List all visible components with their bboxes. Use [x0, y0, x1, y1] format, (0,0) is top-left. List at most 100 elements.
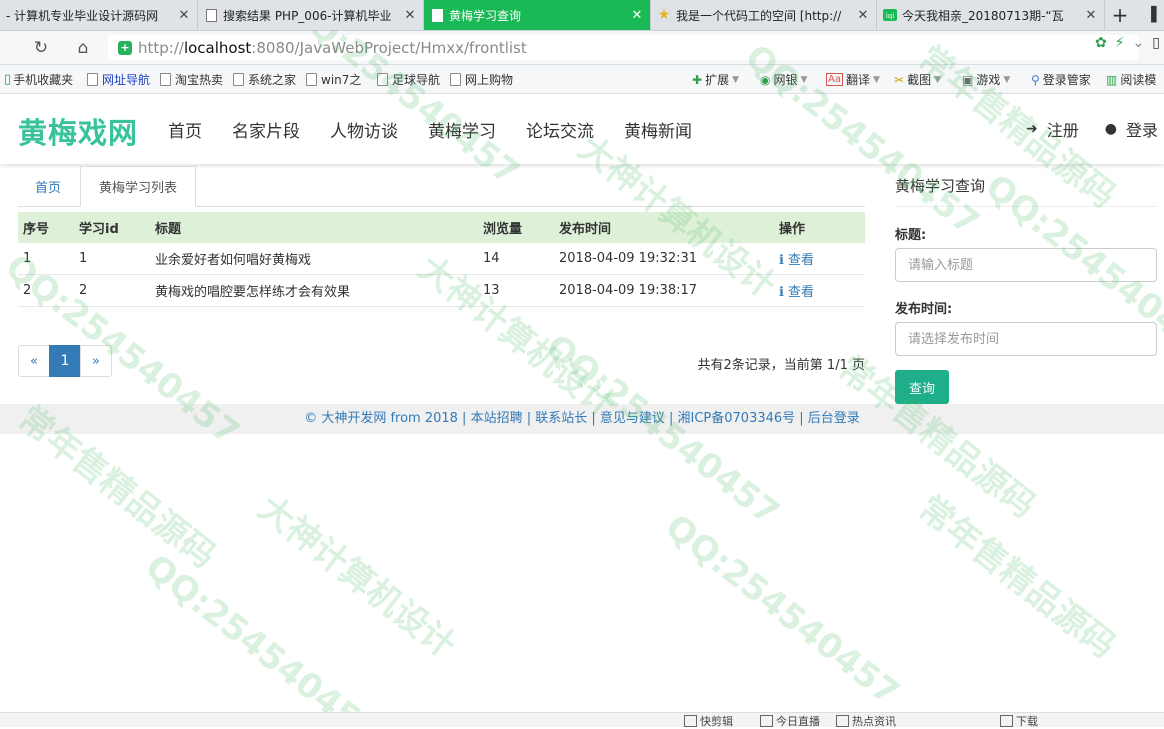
close-icon[interactable]: ✕	[403, 8, 417, 23]
cell-id: 1	[74, 243, 150, 275]
refresh-spinner-icon[interactable]: ✿	[1095, 35, 1107, 51]
table-row: 1 1 业余爱好者如何唱好黄梅戏 14 2018-04-09 19:32:31 …	[18, 243, 865, 275]
toolbar-reader-mode[interactable]: ▥ 阅读模	[1106, 71, 1156, 88]
cell-time: 2018-04-09 19:32:31	[554, 243, 774, 275]
browser-tab[interactable]: 搜索结果 PHP_006-计算机毕业 ✕	[198, 0, 424, 30]
bookmark-item[interactable]: 网上购物	[450, 71, 513, 88]
tab-label: 今天我相亲_20180713期-“瓦	[902, 8, 1064, 23]
chevron-down-icon: ▼	[732, 74, 739, 85]
nav-item-forum[interactable]: 论坛交流	[511, 117, 609, 142]
cell-views: 14	[478, 243, 554, 275]
close-icon[interactable]: ✕	[1084, 8, 1098, 23]
column-header: 标题	[150, 212, 478, 243]
live-icon	[760, 715, 773, 727]
sign-in-icon: ➜	[1026, 121, 1038, 137]
cell-id: 2	[74, 274, 150, 307]
title-search-input[interactable]	[895, 248, 1157, 282]
star-icon: ★	[657, 7, 671, 23]
status-item[interactable]: 今日直播	[760, 713, 820, 729]
tab-label: 黄梅学习查询	[449, 8, 522, 23]
book-icon: ▥	[1106, 72, 1118, 87]
prev-page-button[interactable]: «	[18, 345, 50, 377]
browser-tab-active[interactable]: 黄梅学习查询 ✕	[424, 0, 651, 30]
site-footer[interactable]: © 大神开发网 from 2018 | 本站招聘 | 联系站长 | 意见与建议 …	[0, 404, 1164, 434]
news-icon	[836, 715, 849, 727]
page-icon	[87, 73, 98, 86]
address-bar: ↻ ⌂ + http://localhost:8080/JavaWebProje…	[0, 31, 1164, 65]
view-link[interactable]: ℹ 查看	[774, 243, 865, 275]
chevron-down-icon[interactable]: ⌄	[1133, 35, 1145, 51]
lightning-icon[interactable]: ⚡	[1115, 35, 1125, 51]
nav-item-interviews[interactable]: 人物访谈	[315, 117, 413, 142]
mobile-favorites-icon: ▯	[4, 72, 12, 87]
nav-item-news[interactable]: 黄梅新闻	[609, 117, 707, 142]
view-link[interactable]: ℹ 查看	[774, 274, 865, 307]
toolbar-screenshot[interactable]: ✂ 截图 ▼	[894, 71, 941, 88]
bookmark-item[interactable]: 足球导航	[377, 71, 440, 88]
nav-item-famous-clips[interactable]: 名家片段	[217, 117, 315, 142]
key-icon: ⚲	[1031, 72, 1040, 87]
reload-icon[interactable]: ↻	[30, 37, 52, 59]
chevron-down-icon: ▼	[800, 74, 808, 85]
query-button[interactable]: 查询	[895, 370, 949, 404]
svg-text:iqi: iqi	[886, 12, 894, 20]
browser-tab[interactable]: iqi 今天我相亲_20180713期-“瓦 ✕	[877, 0, 1105, 30]
status-item[interactable]: 快剪辑	[684, 713, 733, 729]
toolbar-extensions[interactable]: ✚ 扩展 ▼	[692, 71, 739, 88]
toolbar-games[interactable]: ▣ 游戏 ▼	[962, 71, 1010, 88]
url-path: :8080/JavaWebProject/Hmxx/frontlist	[251, 38, 527, 57]
status-item[interactable]: 热点资讯	[836, 713, 896, 729]
scissors-icon: ✂	[894, 72, 905, 87]
tab-label: - 计算机专业毕业设计源码网	[6, 8, 159, 23]
toolbar-translate[interactable]: Aa 翻译 ▼	[826, 71, 880, 88]
column-header: 发布时间	[554, 212, 774, 243]
toolbar-login-manager[interactable]: ⚲ 登录管家	[1031, 71, 1091, 88]
device-icon[interactable]: ▯	[1152, 35, 1160, 51]
bookmark-item[interactable]: 淘宝热卖	[160, 71, 223, 88]
bookmark-item[interactable]: 系统之家	[233, 71, 296, 88]
site-logo[interactable]: 黄梅戏网	[18, 110, 138, 152]
tab-home[interactable]: 首页	[18, 166, 78, 206]
login-link[interactable]: ● 登录	[1105, 117, 1158, 141]
status-item[interactable]: 下载	[1000, 713, 1038, 729]
browser-tab[interactable]: ★ 我是一个代码工的空间 [http:// ✕	[651, 0, 877, 30]
title-label: 标题:	[895, 228, 927, 243]
info-icon: ℹ	[779, 253, 784, 268]
page-icon	[377, 73, 388, 86]
site-header: 黄梅戏网 首页 名家片段 人物访谈 黄梅学习 论坛交流 黄梅新闻 ➜ 注册 ● 登录	[0, 94, 1164, 164]
nav-item-home[interactable]: 首页	[153, 117, 217, 142]
bookmark-item[interactable]: 网址导航	[87, 71, 150, 88]
cell-time: 2018-04-09 19:38:17	[554, 274, 774, 307]
bookmark-item[interactable]: ▯ 手机收藏夹	[4, 71, 73, 88]
gamepad-icon: ▣	[962, 72, 974, 87]
close-icon[interactable]: ✕	[177, 8, 191, 23]
info-icon: ℹ	[779, 285, 784, 300]
content-tabs: 首页 黄梅学习列表	[18, 166, 865, 207]
secure-shield-icon: +	[118, 40, 132, 55]
next-page-button[interactable]: »	[80, 345, 112, 377]
url-input[interactable]: + http://localhost:8080/JavaWebProject/H…	[108, 35, 1138, 60]
table-header-row: 序号 学习id 标题 浏览量 发布时间 操作	[18, 212, 865, 243]
page-icon	[204, 8, 218, 22]
close-icon[interactable]: ✕	[856, 8, 870, 23]
watermark-text: 常年售精品源码	[910, 488, 1123, 667]
tab-study-list[interactable]: 黄梅学习列表	[80, 166, 196, 207]
account-links: ➜ 注册 ● 登录	[1000, 117, 1158, 141]
puzzle-icon: ✚	[692, 72, 703, 87]
bookmark-item[interactable]: win7之	[306, 71, 361, 88]
tab-list-icon[interactable]: ▐	[1138, 0, 1164, 30]
register-link[interactable]: ➜ 注册	[1026, 117, 1079, 141]
new-tab-button[interactable]: +	[1106, 0, 1134, 30]
nav-item-study[interactable]: 黄梅学习	[413, 117, 511, 142]
page-icon	[450, 73, 461, 86]
browser-tab[interactable]: - 计算机专业毕业设计源码网 ✕	[0, 0, 198, 30]
status-bar: 快剪辑 今日直播 热点资讯 下载	[0, 712, 1164, 729]
home-icon[interactable]: ⌂	[72, 37, 94, 59]
close-icon[interactable]: ✕	[630, 8, 644, 23]
cell-title: 业余爱好者如何唱好黄梅戏	[150, 243, 478, 275]
toolbar-bank[interactable]: ◉ 网银 ▼	[760, 71, 807, 88]
publish-time-input[interactable]	[895, 322, 1157, 356]
page-1-button[interactable]: 1	[49, 345, 81, 377]
page-icon	[306, 73, 317, 86]
column-header: 操作	[774, 212, 865, 243]
